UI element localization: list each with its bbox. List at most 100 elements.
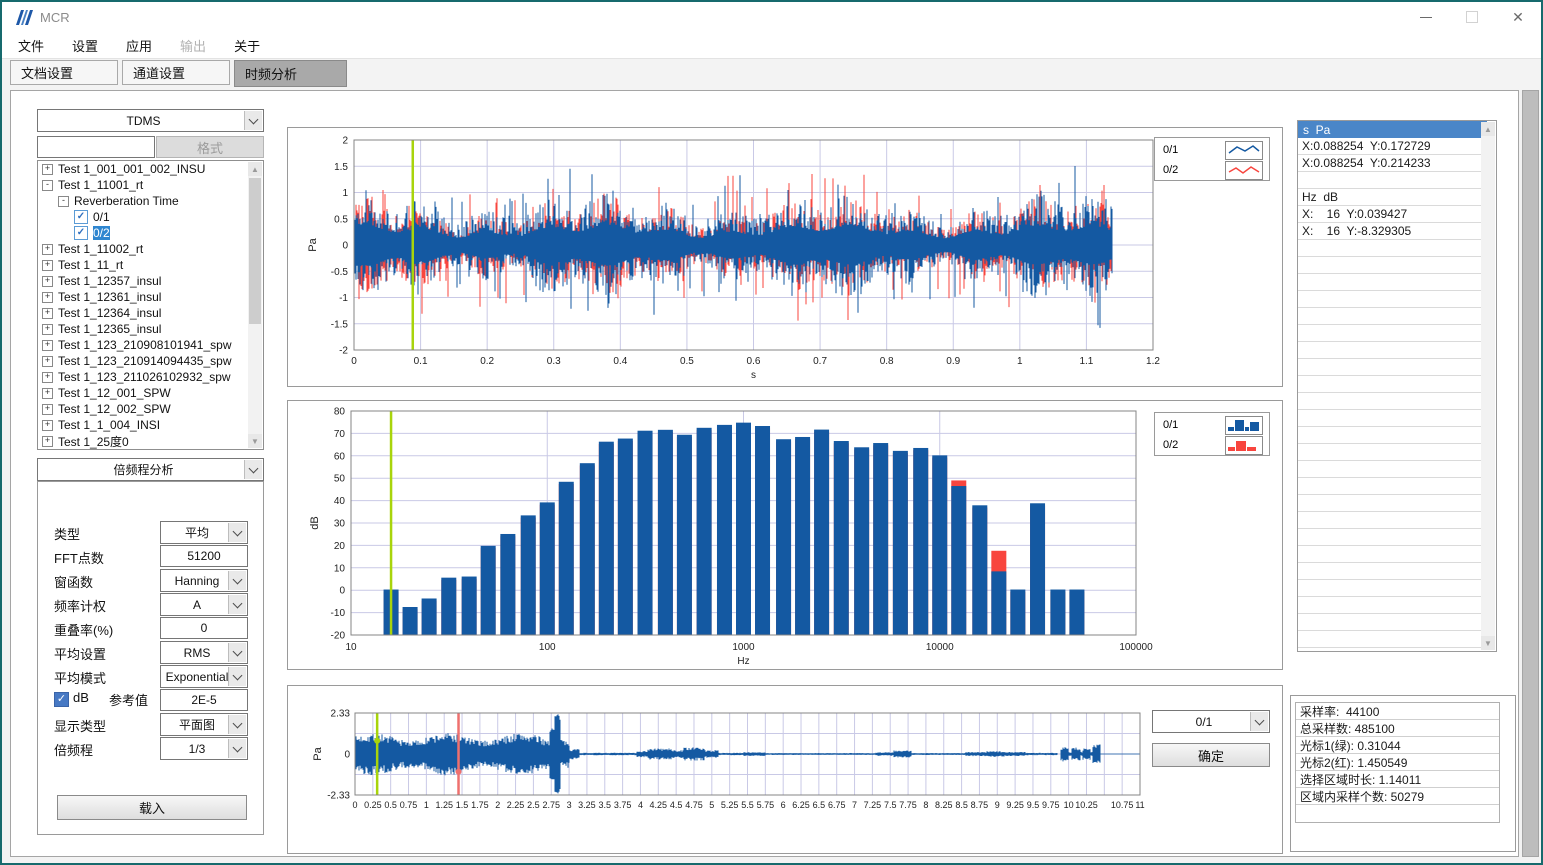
- bar-0-1[interactable]: [1030, 503, 1045, 635]
- tree-item[interactable]: -Test 1_11001_rt: [38, 177, 263, 193]
- tree-item[interactable]: +Test 1_11_rt: [38, 257, 263, 273]
- tree-item[interactable]: +Test 1_1_004_INSI: [38, 417, 263, 433]
- expand-icon[interactable]: +: [42, 324, 53, 335]
- tree-item[interactable]: +Test 1_11002_rt: [38, 241, 263, 257]
- confirm-button[interactable]: 确定: [1152, 743, 1270, 767]
- expand-icon[interactable]: +: [42, 276, 53, 287]
- window-function-select[interactable]: Hanning: [160, 569, 248, 592]
- expand-icon[interactable]: +: [42, 340, 53, 351]
- legend-item[interactable]: 0/1: [1163, 416, 1263, 434]
- chevron-down-icon[interactable]: [228, 523, 246, 542]
- octave-select[interactable]: 1/3: [160, 737, 248, 760]
- scroll-up-icon[interactable]: ▲: [1481, 122, 1495, 136]
- chevron-down-icon[interactable]: [228, 643, 246, 662]
- bar-0-1[interactable]: [658, 430, 673, 635]
- tree-item[interactable]: +Test 1_25度0: [38, 433, 263, 449]
- tree-item[interactable]: +Test 1_12_001_SPW: [38, 385, 263, 401]
- chevron-down-icon[interactable]: [228, 739, 246, 758]
- bar-0-1[interactable]: [1010, 590, 1025, 635]
- tree-item[interactable]: +Test 1_001_001_002_INSU: [38, 161, 263, 177]
- expand-icon[interactable]: +: [42, 356, 53, 367]
- bar-0-1[interactable]: [717, 425, 732, 635]
- bar-0-1[interactable]: [441, 578, 456, 635]
- tree-item[interactable]: +Test 1_123_210908101941_spw: [38, 337, 263, 353]
- expand-icon[interactable]: +: [42, 308, 53, 319]
- analysis-type-select[interactable]: 倍频程分析: [37, 458, 264, 481]
- collapse-icon[interactable]: -: [42, 180, 53, 191]
- bar-0-1[interactable]: [500, 534, 515, 635]
- tree-item[interactable]: ✓0/1: [38, 209, 263, 225]
- expand-icon[interactable]: +: [42, 372, 53, 383]
- bar-0-1[interactable]: [854, 447, 869, 635]
- chevron-down-icon[interactable]: [228, 715, 246, 734]
- cursor1-green-marker[interactable]: [374, 738, 380, 744]
- bar-0-1[interactable]: [599, 442, 614, 635]
- tree-item[interactable]: +Test 1_12_002_SPW: [38, 401, 263, 417]
- tree-item[interactable]: ✓0/2: [38, 225, 263, 241]
- bar-0-1[interactable]: [991, 571, 1006, 635]
- chevron-down-icon[interactable]: [1250, 712, 1268, 731]
- tree-checkbox[interactable]: ✓: [74, 226, 88, 240]
- scroll-down-icon[interactable]: ▼: [248, 434, 262, 448]
- tree-item[interactable]: +Test 1_123_211026102932_spw: [38, 369, 263, 385]
- bar-0-1[interactable]: [951, 486, 966, 635]
- bar-0-1[interactable]: [677, 435, 692, 635]
- legend-item[interactable]: 0/1: [1163, 141, 1263, 159]
- legend-swatch-box[interactable]: [1225, 141, 1263, 160]
- type-select[interactable]: 平均: [160, 521, 248, 544]
- bar-0-1[interactable]: [559, 482, 574, 635]
- db-checkbox[interactable]: ✓: [54, 692, 69, 707]
- tree-item[interactable]: +Test 1_123_210914094435_spw: [38, 353, 263, 369]
- load-button[interactable]: 载入: [57, 795, 247, 820]
- collapse-icon[interactable]: -: [58, 196, 69, 207]
- legend-swatch-box[interactable]: [1225, 416, 1263, 435]
- bar-0-1[interactable]: [540, 502, 555, 635]
- average-mode-select[interactable]: Exponential: [160, 665, 248, 688]
- scroll-up-icon[interactable]: ▲: [248, 162, 262, 176]
- legend-item[interactable]: 0/2: [1163, 436, 1263, 454]
- expand-icon[interactable]: +: [42, 420, 53, 431]
- expand-icon[interactable]: +: [42, 404, 53, 415]
- bar-0-1[interactable]: [913, 448, 928, 635]
- format-button[interactable]: 格式: [156, 136, 264, 158]
- expand-icon[interactable]: +: [42, 292, 53, 303]
- display-type-select[interactable]: 平面图: [160, 713, 248, 736]
- bar-0-1[interactable]: [873, 443, 888, 635]
- legend-swatch-box[interactable]: [1225, 436, 1263, 455]
- bar-0-1[interactable]: [521, 515, 536, 635]
- bar-0-1[interactable]: [972, 505, 987, 635]
- frequency-weighting-select[interactable]: A: [160, 593, 248, 616]
- tree-checkbox[interactable]: ✓: [74, 210, 88, 224]
- bar-0-1[interactable]: [481, 546, 496, 635]
- tree-scroll-thumb[interactable]: [249, 178, 261, 324]
- expand-icon[interactable]: +: [42, 244, 53, 255]
- bar-0-1[interactable]: [893, 451, 908, 635]
- bar-0-1[interactable]: [834, 441, 849, 635]
- legend-item[interactable]: 0/2: [1163, 161, 1263, 179]
- chevron-down-icon[interactable]: [244, 111, 262, 130]
- chevron-down-icon[interactable]: [228, 595, 246, 614]
- bar-0-1[interactable]: [697, 428, 712, 635]
- scroll-down-icon[interactable]: ▼: [1481, 636, 1495, 650]
- bar-0-1[interactable]: [580, 463, 595, 635]
- bar-0-1[interactable]: [1069, 590, 1084, 635]
- tree-item[interactable]: +Test 1_12357_insul: [38, 273, 263, 289]
- fft-points-input[interactable]: [160, 545, 248, 567]
- tree-item[interactable]: +Test 1_12364_insul: [38, 305, 263, 321]
- expand-icon[interactable]: +: [42, 260, 53, 271]
- expand-icon[interactable]: +: [42, 164, 53, 175]
- bar-0-1[interactable]: [638, 431, 653, 635]
- bar-0-1[interactable]: [755, 426, 770, 635]
- bar-0-1[interactable]: [795, 437, 810, 635]
- reference-value-input[interactable]: [160, 689, 248, 711]
- file-filter-input[interactable]: [37, 136, 155, 158]
- channel-select[interactable]: 0/1: [1152, 710, 1270, 733]
- readout-scrollbar[interactable]: ▲▼: [1481, 122, 1495, 650]
- chevron-down-icon[interactable]: [228, 667, 246, 686]
- bar-0-1[interactable]: [462, 577, 477, 635]
- tree-scrollbar[interactable]: ▲▼: [248, 162, 262, 448]
- bar-0-1[interactable]: [814, 430, 829, 635]
- file-format-select[interactable]: TDMS: [37, 109, 264, 132]
- legend-swatch-box[interactable]: [1225, 161, 1263, 180]
- chevron-down-icon[interactable]: [244, 460, 262, 479]
